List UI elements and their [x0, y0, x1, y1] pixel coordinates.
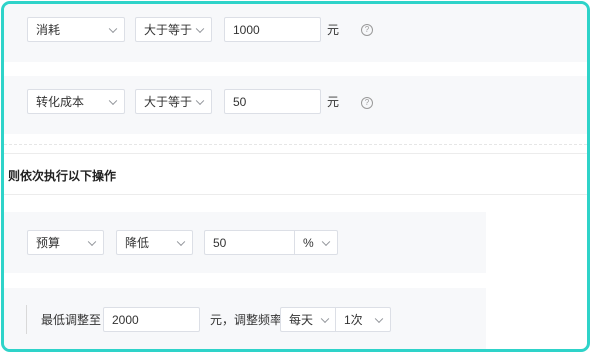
metric-select-2[interactable]: 转化成本 — [27, 89, 125, 114]
value-input-2-text: 50 — [233, 94, 247, 109]
question-circle-icon[interactable]: ? — [361, 24, 373, 36]
adjust-direction-select-value: 降低 — [125, 236, 150, 250]
chevron-down-icon — [87, 237, 97, 246]
adjust-direction-select[interactable]: 降低 — [116, 230, 193, 255]
indent-line — [26, 305, 27, 334]
metric-select-2-value: 转化成本 — [36, 95, 85, 109]
chevron-down-icon — [195, 24, 205, 33]
chevron-down-icon — [108, 96, 118, 105]
value-input-1-text: 1000 — [233, 22, 260, 37]
operator-select-1[interactable]: 大于等于 — [135, 17, 212, 42]
min-adjust-input[interactable]: 2000 — [103, 307, 200, 332]
adjust-unit-select-value: % — [303, 235, 314, 250]
chevron-down-icon — [321, 237, 331, 246]
chevron-down-icon — [320, 314, 330, 323]
operator-select-2[interactable]: 大于等于 — [135, 89, 212, 114]
value-input-2[interactable]: 50 — [224, 89, 321, 114]
adjust-target-select-value: 预算 — [36, 236, 61, 250]
actions-section-title: 则依次执行以下操作 — [8, 169, 117, 183]
min-adjust-input-text: 2000 — [112, 312, 139, 327]
chevron-down-icon — [108, 24, 118, 33]
divider — [4, 144, 587, 145]
operator-select-1-value: 大于等于 — [144, 23, 193, 37]
freq-label: 元，调整频率 — [210, 313, 283, 327]
rule-editor-panel: 消耗 大于等于 1000 元 ? 转化成本 大于等于 50 元 ? 则依次执行以… — [1, 1, 590, 352]
chevron-down-icon — [195, 96, 205, 105]
frequency-times-select-value: 1次 — [344, 313, 363, 327]
min-adjust-label: 最低调整至 — [41, 313, 102, 327]
frequency-period-select[interactable]: 每天 — [280, 307, 336, 332]
unit-label-1: 元 — [327, 23, 340, 37]
adjust-value-input-text: 50 — [213, 235, 227, 250]
unit-label-2: 元 — [327, 95, 340, 109]
question-circle-icon[interactable]: ? — [361, 97, 373, 109]
metric-select-1[interactable]: 消耗 — [27, 17, 125, 42]
metric-select-1-value: 消耗 — [36, 23, 61, 37]
chevron-down-icon — [176, 237, 186, 246]
adjust-value-input[interactable]: 50 — [204, 230, 295, 255]
operator-select-2-value: 大于等于 — [144, 95, 193, 109]
adjust-unit-select[interactable]: % — [294, 230, 338, 255]
adjust-target-select[interactable]: 预算 — [27, 230, 104, 255]
value-input-1[interactable]: 1000 — [224, 17, 321, 42]
frequency-times-select[interactable]: 1次 — [335, 307, 391, 332]
chevron-down-icon — [374, 314, 384, 323]
frequency-period-select-value: 每天 — [289, 313, 314, 327]
divider — [4, 194, 587, 195]
divider — [4, 153, 587, 154]
